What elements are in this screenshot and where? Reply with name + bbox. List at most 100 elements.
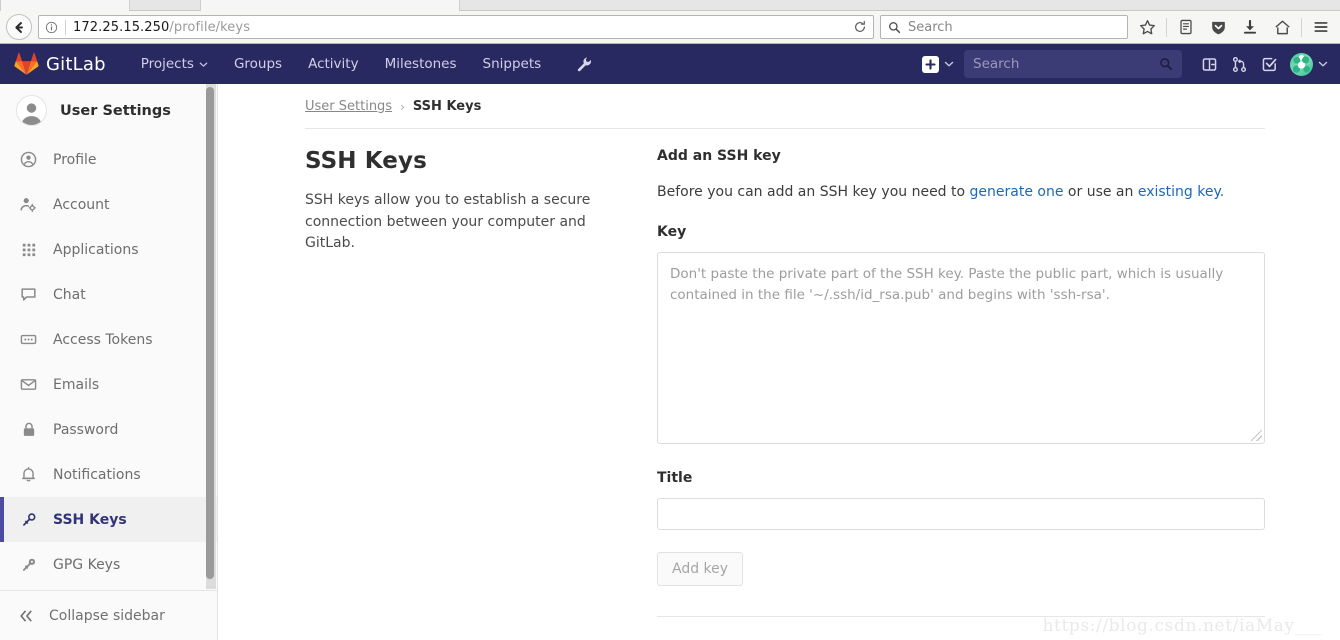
back-button[interactable]	[6, 14, 32, 40]
add-key-desc-middle: or use an	[1063, 184, 1138, 200]
add-key-button[interactable]: Add key	[657, 552, 744, 586]
breadcrumb-current: SSH Keys	[412, 99, 482, 114]
gitlab-home-link[interactable]: GitLab	[14, 52, 106, 76]
page-body: User Settings Profile Account Applicatio…	[0, 84, 1340, 640]
ssh-key-icon	[20, 512, 37, 528]
sidebar-item-label: Emails	[53, 376, 100, 393]
toolbar-divider	[1301, 17, 1302, 37]
sidebar-item-password[interactable]: Password	[0, 407, 217, 452]
user-circle-icon	[20, 151, 37, 168]
browser-tab[interactable]	[0, 0, 130, 11]
gitlab-fox-logo	[14, 52, 39, 76]
user-gear-icon	[20, 196, 37, 213]
pocket-shield-icon[interactable]	[1205, 14, 1231, 40]
page-description: SSH keys allow you to establish a secure…	[305, 192, 591, 252]
sidebar-item-label: Chat	[53, 286, 86, 303]
user-avatar[interactable]	[1290, 52, 1313, 76]
sidebar-item-applications[interactable]: Applications	[0, 227, 217, 272]
nav-item-projects[interactable]: Projects	[128, 44, 221, 84]
add-key-heading: Add an SSH key	[657, 148, 781, 164]
sidebar-item-chat[interactable]: Chat	[0, 272, 217, 317]
browser-search-bar[interactable]: Search	[880, 15, 1128, 39]
reload-icon[interactable]	[853, 20, 867, 34]
sidebar-scrollbar-track[interactable]	[206, 84, 216, 589]
url-text: 172.25.15.250/profile/keys	[73, 20, 250, 35]
gitlab-search-placeholder: Search	[973, 56, 1020, 72]
search-icon[interactable]	[1159, 57, 1173, 71]
user-avatar-icon	[16, 95, 47, 126]
wrench-admin-icon[interactable]	[576, 56, 593, 73]
nav-item-label: Projects	[140, 56, 194, 72]
lock-icon	[20, 421, 37, 438]
sidebar-item-label: SSH Keys	[53, 511, 127, 528]
sidebar-header[interactable]: User Settings	[0, 84, 217, 137]
chevron-down-icon[interactable]	[1318, 59, 1328, 69]
bookmark-star-icon[interactable]	[1134, 14, 1160, 40]
gpg-key-icon	[20, 557, 37, 573]
nav-item-label: Groups	[233, 56, 283, 72]
browser-search-placeholder: Search	[908, 19, 953, 35]
sidebar: User Settings Profile Account Applicatio…	[0, 84, 218, 640]
settings-section: SSH Keys SSH keys allow you to establish…	[218, 129, 1340, 640]
downloads-arrow-icon[interactable]	[1237, 14, 1263, 40]
sidebar-scrollbar-thumb[interactable]	[206, 87, 214, 579]
browser-chrome: 172.25.15.250/profile/keys Search	[0, 0, 1340, 44]
key-textarea[interactable]	[657, 252, 1265, 444]
sidebar-item-ssh-keys[interactable]: SSH Keys	[0, 497, 217, 542]
search-icon	[888, 21, 901, 34]
browser-nav-toolbar: 172.25.15.250/profile/keys Search	[0, 11, 1340, 44]
sidebar-item-profile[interactable]: Profile	[0, 137, 217, 182]
plus-icon[interactable]	[922, 55, 939, 73]
hamburger-menu-icon[interactable]	[1308, 14, 1334, 40]
url-host: 172.25.15.250	[73, 19, 170, 35]
new-dropdown[interactable]	[922, 55, 964, 73]
grid-dots-icon	[20, 242, 37, 258]
watermark: https://blog.csdn.net/iaMay___	[1042, 616, 1322, 636]
sidebar-item-gpg-keys[interactable]: GPG Keys	[0, 542, 217, 587]
urlbar-divider	[65, 19, 66, 35]
chevron-double-left-icon	[18, 609, 34, 623]
nav-item-milestones[interactable]: Milestones	[372, 44, 470, 84]
page-title: SSH Keys	[305, 148, 427, 174]
existing-key-link[interactable]: existing key.	[1138, 184, 1224, 200]
user-menu[interactable]	[1284, 52, 1328, 76]
nav-item-label: Snippets	[482, 56, 542, 72]
add-key-description: Before you can add an SSH key you need t…	[657, 184, 1265, 200]
nav-item-label: Activity	[308, 56, 359, 72]
token-icon	[20, 331, 37, 348]
toolbar-divider	[1166, 17, 1167, 37]
sidebar-item-label: Notifications	[53, 466, 141, 483]
breadcrumb: User Settings › SSH Keys	[218, 84, 1340, 114]
nav-item-snippets[interactable]: Snippets	[470, 44, 555, 84]
title-field-label: Title	[657, 470, 693, 486]
collapse-sidebar-label: Collapse sidebar	[49, 607, 165, 624]
gitlab-nav-items: Projects Groups Activity Milestones Snip…	[128, 44, 554, 84]
sidebar-item-notifications[interactable]: Notifications	[0, 452, 217, 497]
merge-requests-icon[interactable]	[1224, 44, 1254, 84]
nav-item-groups[interactable]: Groups	[221, 44, 295, 84]
info-circle-icon[interactable]	[45, 21, 58, 34]
envelope-icon	[20, 376, 37, 393]
sidebar-item-label: Access Tokens	[53, 331, 153, 348]
browser-tab[interactable]	[200, 0, 460, 11]
collapse-sidebar-button[interactable]: Collapse sidebar	[0, 590, 217, 640]
browser-tab-strip[interactable]	[0, 0, 1340, 11]
home-icon[interactable]	[1269, 14, 1295, 40]
todos-checkbox-icon[interactable]	[1254, 44, 1284, 84]
sidebar-item-label: Password	[53, 421, 119, 438]
nav-item-activity[interactable]: Activity	[295, 44, 372, 84]
library-icon[interactable]	[1173, 14, 1199, 40]
settings-description-column: SSH Keys SSH keys allow you to establish…	[305, 148, 615, 640]
issues-icon[interactable]	[1194, 44, 1224, 84]
url-bar[interactable]: 172.25.15.250/profile/keys	[38, 15, 874, 39]
chevron-down-icon[interactable]	[944, 59, 954, 69]
gitlab-wordmark: GitLab	[46, 53, 106, 75]
title-input[interactable]	[657, 498, 1265, 530]
sidebar-item-emails[interactable]: Emails	[0, 362, 217, 407]
gitlab-search-input[interactable]: Search	[964, 50, 1182, 78]
sidebar-item-account[interactable]: Account	[0, 182, 217, 227]
key-field-label: Key	[657, 224, 687, 240]
breadcrumb-parent[interactable]: User Settings	[305, 99, 392, 114]
sidebar-item-access-tokens[interactable]: Access Tokens	[0, 317, 217, 362]
generate-one-link[interactable]: generate one	[970, 184, 1064, 200]
